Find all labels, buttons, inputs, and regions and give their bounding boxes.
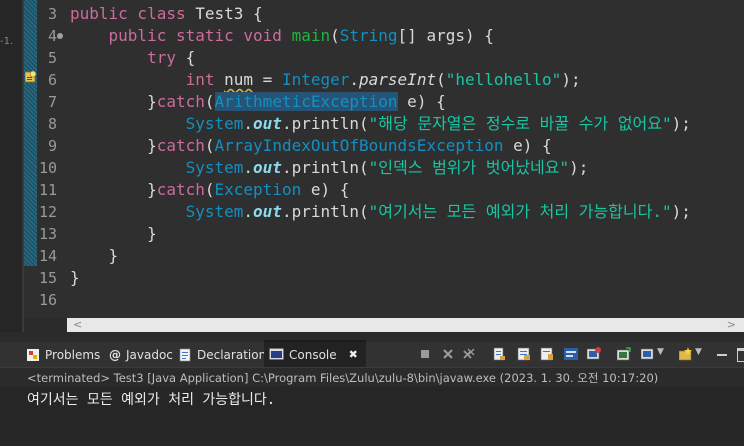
code-line-14: } <box>108 246 119 265</box>
tab-label: Console <box>289 347 337 362</box>
scroll-lock-icon[interactable] <box>517 347 531 361</box>
code-line-13: } <box>147 224 157 243</box>
code-line-15: } <box>70 268 80 287</box>
chevron-down-icon[interactable]: ▼ <box>657 347 664 357</box>
tab-problems[interactable]: Problems <box>26 342 100 367</box>
console-output-text: 여기서는 모든 예외가 처리 가능합니다. <box>27 392 276 408</box>
remove-all-terminated-icon[interactable] <box>462 347 476 361</box>
unused-variable-warning: num <box>224 70 254 89</box>
console-icon <box>269 348 284 360</box>
tab-console[interactable]: Console ✖ <box>264 340 366 367</box>
tab-declaration[interactable]: Declaration <box>179 342 266 367</box>
line-number: 15 <box>38 269 57 287</box>
line-number: 10 <box>38 159 57 177</box>
line-number: 13 <box>38 225 57 243</box>
word-wrap-icon[interactable] <box>540 347 554 361</box>
line-number: 9 <box>47 137 57 155</box>
code-line-6: int num = Integer.parseInt("hellohello")… <box>185 70 581 89</box>
code-line-10: System.out.println("인덱스 범위가 벗어났네요"); <box>185 158 589 177</box>
line-number-ruler: 3 4 5 6 7 8 9 10 11 12 13 14 15 16 <box>37 0 67 318</box>
javadoc-icon: @ <box>109 347 121 362</box>
open-console-icon[interactable] <box>617 347 631 361</box>
line-number: 4 <box>47 27 57 45</box>
console-view-menu-icon[interactable] <box>641 347 655 361</box>
line-number: 5 <box>47 49 57 67</box>
scroll-right-icon[interactable]: > <box>727 318 736 332</box>
line-number: 3 <box>47 5 57 23</box>
pin-console-icon[interactable] <box>564 347 578 361</box>
new-console-icon[interactable] <box>679 347 693 361</box>
line-number: 14 <box>38 247 57 265</box>
clear-console-icon[interactable] <box>492 347 506 361</box>
console-status-line: <terminated> Test3 [Java Application] C:… <box>0 367 744 387</box>
terminate-icon[interactable] <box>418 347 432 361</box>
chevron-down-icon[interactable]: ▼ <box>695 347 702 357</box>
horizontal-scrollbar[interactable]: < > <box>67 318 744 332</box>
display-selected-console-icon[interactable] <box>587 347 601 361</box>
code-line-8: System.out.println("해당 문자열은 정수로 바꿀 수가 없어… <box>185 114 691 133</box>
maximize-icon[interactable] <box>737 348 744 362</box>
line-number: 6 <box>47 71 57 89</box>
code-line-4: public static void main(String[] args) { <box>108 26 494 45</box>
console-status-text: <terminated> Test3 [Java Application] C:… <box>27 371 659 385</box>
code-line-12: System.out.println("여기서는 모든 예외가 처리 가능합니다… <box>185 202 691 221</box>
scroll-left-icon[interactable]: < <box>73 318 82 332</box>
selected-text: ArithmeticException <box>214 92 398 111</box>
code-line-7: }catch(ArithmeticException e) { <box>147 92 446 111</box>
tab-label: Problems <box>45 347 101 362</box>
code-line-9: }catch(ArrayIndexOutOfBoundsException e)… <box>147 136 552 155</box>
line-number: 12 <box>38 203 57 221</box>
problems-icon <box>27 348 39 361</box>
outer-gutter <box>0 0 22 332</box>
fold-toggle-icon[interactable] <box>57 33 63 39</box>
code-line-11: }catch(Exception e) { <box>147 180 350 199</box>
tab-label: Javadoc <box>126 347 173 362</box>
declaration-icon <box>179 348 191 361</box>
close-tab-icon[interactable]: ✖ <box>349 348 358 361</box>
console-output[interactable]: 여기서는 모든 예외가 처리 가능합니다. <box>0 386 744 446</box>
line-number: 11 <box>38 181 57 199</box>
tab-javadoc[interactable]: @ Javadoc <box>109 342 173 367</box>
minimize-icon[interactable] <box>717 354 727 356</box>
line-number: 8 <box>47 115 57 133</box>
bottom-panel-tabbar: Problems @ Javadoc Declaration Console ✖… <box>0 340 744 367</box>
code-area[interactable]: public class Test3 { public static void … <box>67 0 744 318</box>
remove-launch-icon[interactable] <box>441 347 455 361</box>
code-line-3: public class Test3 { <box>70 4 263 23</box>
code-line-5: try { <box>147 48 196 67</box>
gutter-marker: -1. <box>0 36 14 47</box>
line-number: 7 <box>47 93 57 111</box>
line-number: 16 <box>38 291 57 309</box>
tab-label: Declaration <box>197 347 267 362</box>
